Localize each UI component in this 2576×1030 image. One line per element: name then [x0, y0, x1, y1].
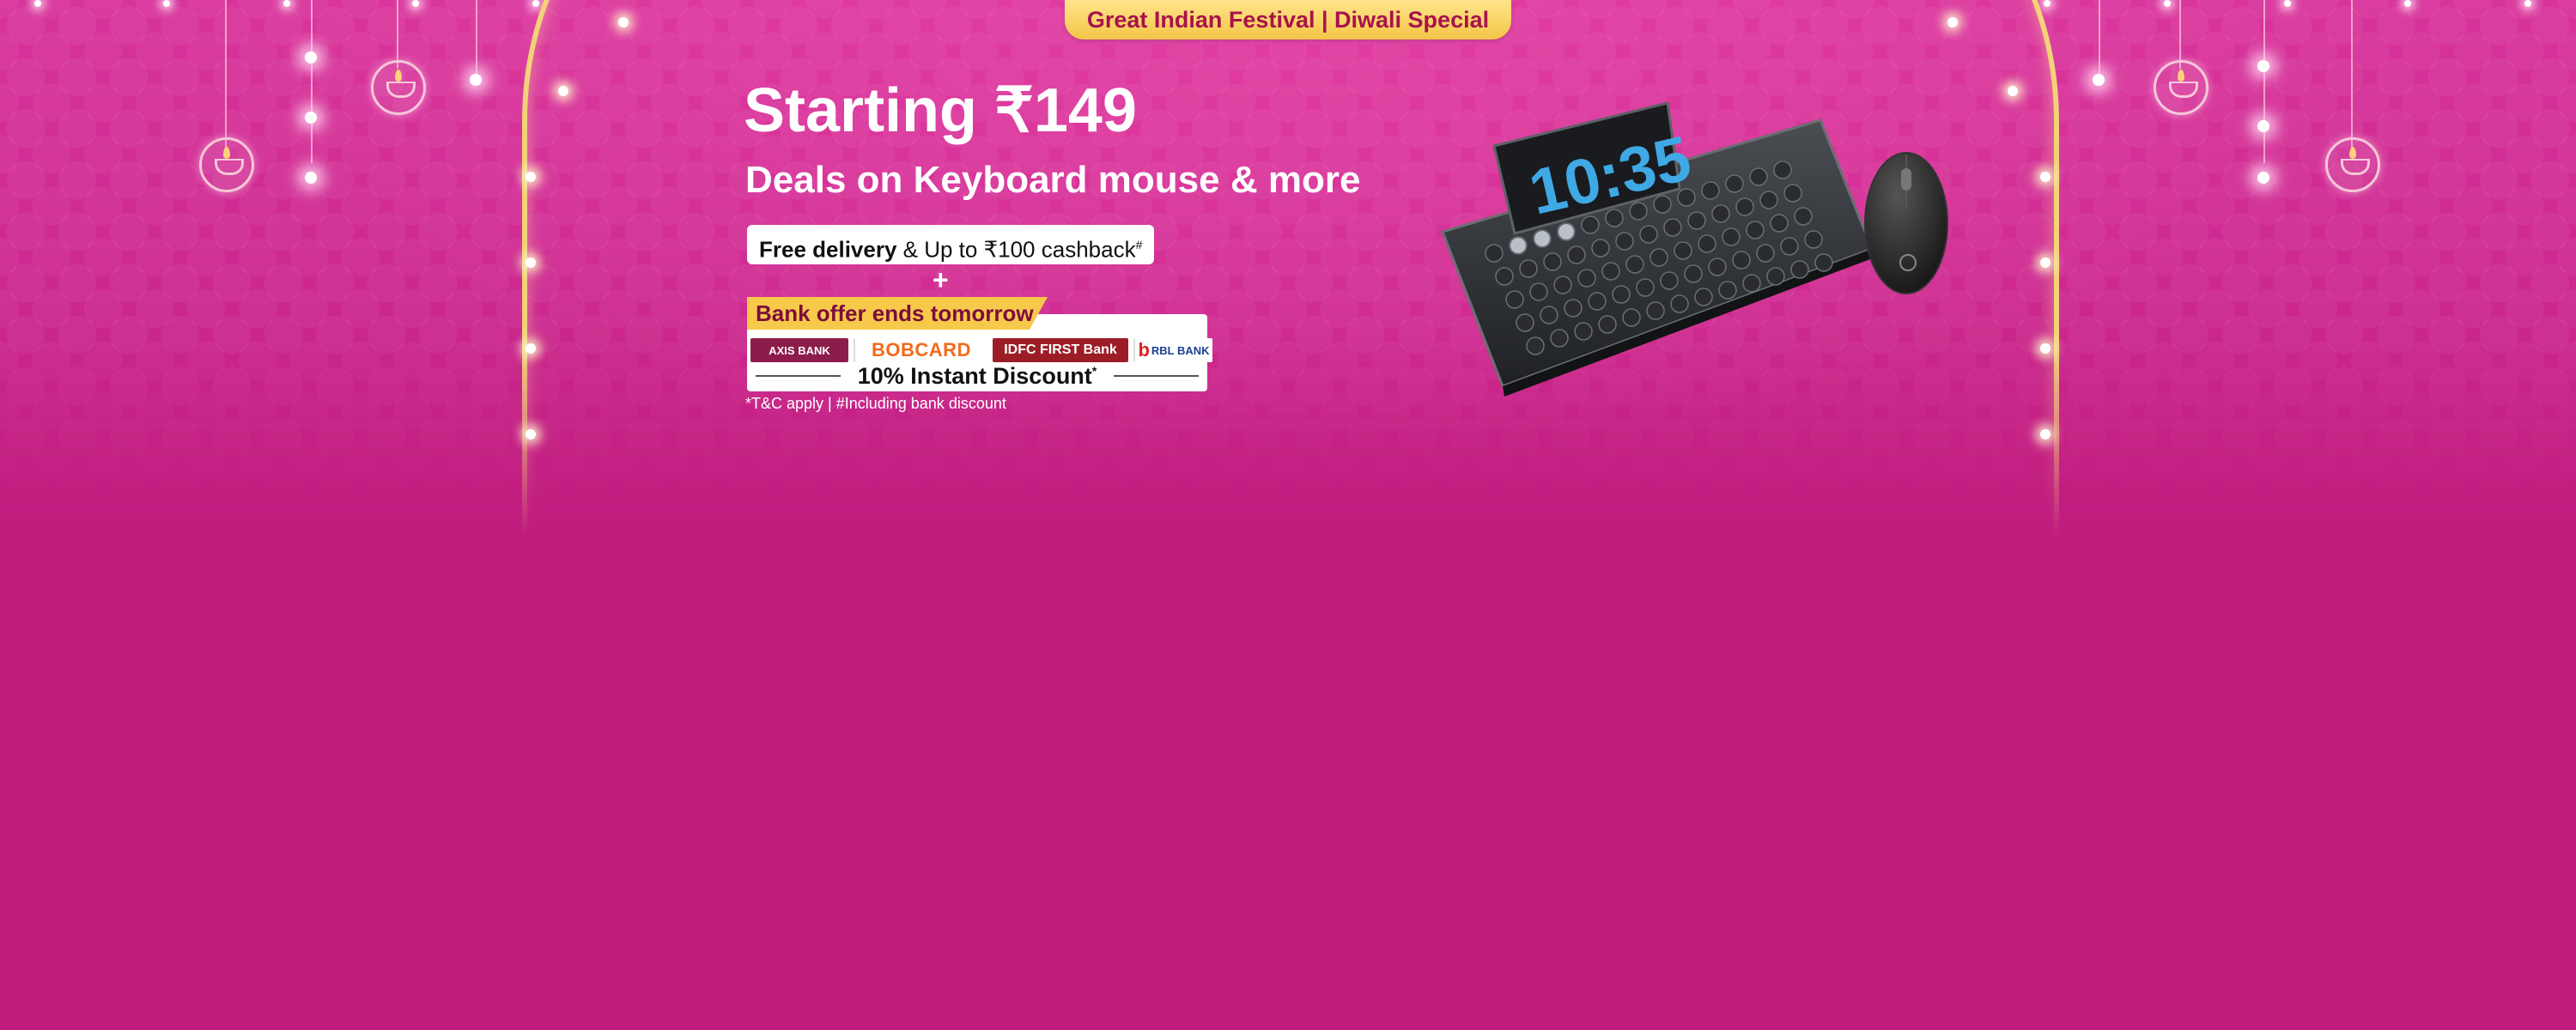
- light-bulb: [470, 74, 482, 86]
- discount-footnote-mark: *: [1091, 363, 1097, 378]
- instant-discount-label: 10% Instant Discount*: [858, 363, 1097, 390]
- light-dot: [532, 0, 539, 7]
- bobcard-logo: BOBCARD: [854, 338, 987, 362]
- lamp-string: [2179, 0, 2181, 69]
- diya-lamp-icon: [199, 137, 254, 192]
- arch-light: [618, 17, 629, 27]
- arch-light: [2040, 258, 2050, 268]
- festival-tag: Great Indian Festival | Diwali Special: [1065, 0, 1511, 39]
- mouse-icon: [1864, 152, 1948, 294]
- terms-note: *T&C apply | #Including bank discount: [745, 395, 1006, 412]
- idfc-label: IDFC FIRST Bank: [1004, 342, 1117, 357]
- diya-lamp-icon: [2325, 137, 2380, 192]
- rbl-bank-logo: b RBL BANK: [1133, 338, 1212, 362]
- diya-lamp-icon: [371, 60, 426, 115]
- arch-light: [2008, 86, 2018, 96]
- cashback-footnote-mark: #: [1135, 238, 1143, 251]
- light-bulb: [2257, 60, 2269, 72]
- light-bulb: [305, 172, 317, 184]
- lamp-string: [2351, 0, 2353, 154]
- arch-light: [2040, 429, 2050, 439]
- bank-logos-row: AXIS BANK BOBCARD IDFC FIRST Bank b RBL B…: [750, 336, 1212, 364]
- axis-bank-logo: AXIS BANK: [750, 338, 848, 362]
- light-string: [476, 0, 477, 77]
- delivery-offer-pill: Free delivery & Up to ₹100 cashback#: [747, 225, 1155, 264]
- arch-light: [2040, 172, 2050, 182]
- diya-lamp-icon: [2154, 60, 2208, 115]
- lamp-string: [225, 0, 227, 154]
- free-delivery-label: Free delivery: [759, 236, 897, 263]
- rbl-mark: b: [1138, 339, 1150, 360]
- light-dot: [2164, 0, 2171, 7]
- light-dot: [2404, 0, 2411, 7]
- arch-light: [526, 429, 536, 439]
- arch-light: [1947, 17, 1958, 27]
- idfc-first-bank-logo: IDFC FIRST Bank: [993, 338, 1128, 362]
- light-dot: [2284, 0, 2291, 7]
- instant-discount-text: 10% Instant Discount: [857, 362, 1092, 389]
- headline-subtitle: Deals on Keyboard mouse & more: [745, 159, 1361, 201]
- bobcard-label: BOBCARD: [872, 339, 971, 360]
- light-string: [311, 0, 313, 163]
- divider: [756, 375, 841, 377]
- lamp-string: [397, 0, 398, 69]
- cashback-label: & Up to ₹100 cashback: [896, 236, 1136, 263]
- light-dot: [2524, 0, 2531, 7]
- light-bulb: [2257, 120, 2269, 132]
- light-bulb: [2093, 74, 2105, 86]
- light-dot: [2044, 0, 2050, 7]
- arch-light: [2040, 343, 2050, 354]
- headline-price: Starting ₹149: [744, 76, 1137, 145]
- light-bulb: [2257, 172, 2269, 184]
- light-dot: [34, 0, 41, 7]
- light-dot: [412, 0, 419, 7]
- arch-light: [558, 86, 568, 96]
- rbl-label: RBL BANK: [1151, 343, 1210, 357]
- arch-light: [526, 258, 536, 268]
- light-string: [2099, 0, 2100, 77]
- light-bulb: [305, 112, 317, 124]
- discount-line: 10% Instant Discount*: [747, 362, 1207, 390]
- light-dot: [163, 0, 170, 7]
- light-bulb: [305, 52, 317, 64]
- axis-bank-label: AXIS BANK: [769, 343, 830, 357]
- arch-light: [526, 172, 536, 182]
- plus-sign: +: [933, 264, 949, 295]
- light-string: [2263, 0, 2265, 163]
- keyboard-mouse-product-image[interactable]: 10:35: [1425, 94, 1958, 403]
- arch-light: [526, 343, 536, 354]
- light-dot: [283, 0, 290, 7]
- bank-offer-tag: Bank offer ends tomorrow: [747, 297, 1048, 330]
- divider: [1114, 375, 1199, 377]
